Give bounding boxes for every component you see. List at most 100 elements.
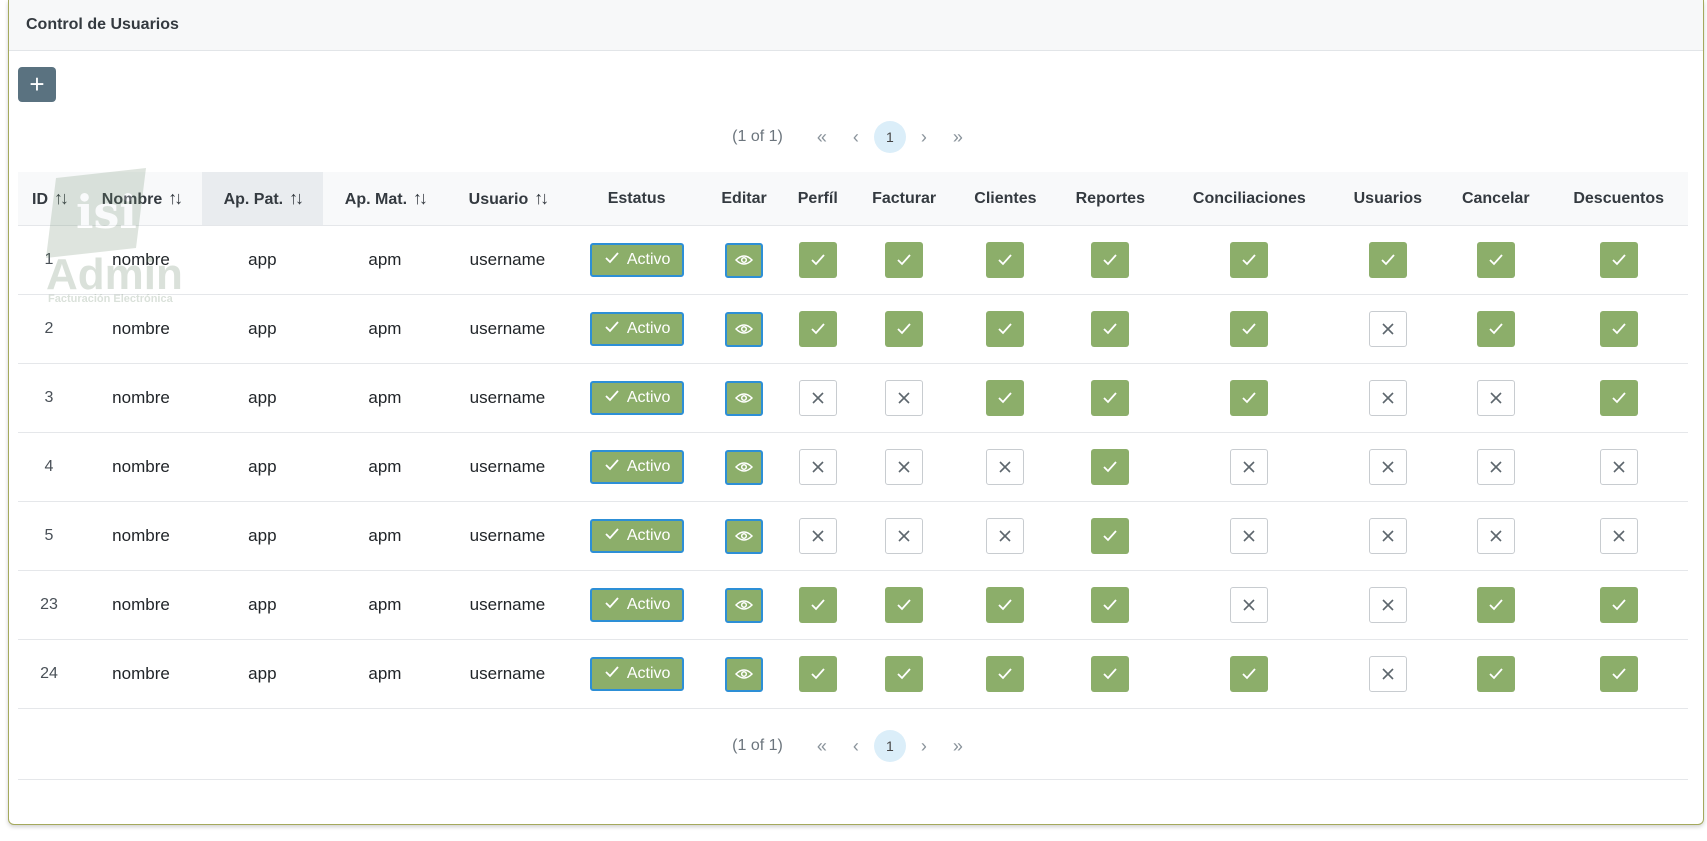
permission-toggle-perfíl[interactable] [798,380,837,416]
permission-toggle-clientes[interactable] [986,449,1025,485]
permission-toggle-usuarios[interactable] [1368,242,1407,278]
page-1-button[interactable]: 1 [873,121,906,153]
status-toggle-button[interactable]: Activo [589,657,684,691]
permission-toggle-conciliaciones[interactable] [1230,587,1269,623]
status-toggle-button[interactable]: Activo [589,312,684,346]
permission-toggle-perfíl[interactable] [798,587,837,623]
status-toggle-button[interactable]: Activo [589,588,684,622]
view-edit-button[interactable] [725,656,764,692]
column-header-1[interactable]: Nombre ↑↓ [80,172,202,226]
permission-toggle-facturar[interactable] [885,380,924,416]
permission-toggle-descuentos[interactable] [1599,311,1638,347]
column-header-13: Cancelar [1442,172,1550,226]
permission-toggle-reportes[interactable] [1091,449,1130,485]
permission-toggle-cancelar[interactable] [1476,587,1515,623]
view-edit-button[interactable] [725,449,764,485]
permission-toggle-clientes[interactable] [986,242,1025,278]
permission-toggle-cancelar[interactable] [1476,656,1515,692]
permission-toggle-clientes[interactable] [986,311,1025,347]
permission-toggle-clientes[interactable] [986,587,1025,623]
first-page-button[interactable]: « [805,729,839,763]
permission-toggle-reportes[interactable] [1091,311,1130,347]
prev-page-button[interactable]: ‹ [839,120,873,154]
sort-icon[interactable]: ↑↓ [54,188,69,209]
permission-toggle-reportes[interactable] [1091,587,1130,623]
permission-toggle-conciliaciones[interactable] [1230,656,1269,692]
cell-permission [782,294,853,364]
sort-icon[interactable]: ↑↓ [413,188,428,209]
permission-toggle-conciliaciones[interactable] [1230,518,1269,554]
view-edit-button[interactable] [725,587,764,623]
next-page-button[interactable]: › [907,120,941,154]
permission-toggle-conciliaciones[interactable] [1230,311,1269,347]
permission-toggle-usuarios[interactable] [1368,380,1407,416]
permission-toggle-usuarios[interactable] [1368,656,1407,692]
permission-toggle-facturar[interactable] [885,242,924,278]
cell-permission [782,570,853,640]
last-page-button[interactable]: » [941,729,975,763]
permission-toggle-clientes[interactable] [986,380,1025,416]
permission-toggle-facturar[interactable] [885,587,924,623]
permission-toggle-descuentos[interactable] [1599,656,1638,692]
sort-icon[interactable]: ↑↓ [168,188,183,209]
status-toggle-button[interactable]: Activo [589,450,684,484]
page-1-button[interactable]: 1 [873,730,906,762]
permission-toggle-cancelar[interactable] [1476,380,1515,416]
check-icon [1101,320,1119,338]
permission-toggle-descuentos[interactable] [1599,380,1638,416]
cell-permission [955,225,1056,295]
view-edit-button[interactable] [725,242,764,278]
permission-toggle-reportes[interactable] [1091,518,1130,554]
prev-page-button[interactable]: ‹ [839,729,873,763]
status-toggle-button[interactable]: Activo [589,243,684,277]
permission-toggle-conciliaciones[interactable] [1230,242,1269,278]
permission-toggle-cancelar[interactable] [1476,311,1515,347]
next-page-button[interactable]: › [907,729,941,763]
permission-toggle-facturar[interactable] [885,311,924,347]
cell-id: 4 [18,432,81,502]
permission-toggle-perfíl[interactable] [798,242,837,278]
permission-toggle-facturar[interactable] [885,656,924,692]
permission-toggle-perfíl[interactable] [798,656,837,692]
permission-toggle-descuentos[interactable] [1599,587,1638,623]
permission-toggle-perfíl[interactable] [798,449,837,485]
permission-toggle-reportes[interactable] [1091,380,1130,416]
check-icon [895,665,913,683]
column-header-2[interactable]: Ap. Pat. ↑↓ [201,172,323,226]
column-header-0[interactable]: ID ↑↓ [18,172,81,226]
permission-toggle-usuarios[interactable] [1368,518,1407,554]
permission-toggle-cancelar[interactable] [1476,449,1515,485]
permission-toggle-cancelar[interactable] [1476,518,1515,554]
cell-edit [705,363,783,433]
view-edit-button[interactable] [725,380,764,416]
permission-toggle-reportes[interactable] [1091,656,1130,692]
permission-toggle-cancelar[interactable] [1476,242,1515,278]
sort-icon[interactable]: ↑↓ [534,188,549,209]
permission-toggle-perfíl[interactable] [798,518,837,554]
permission-toggle-clientes[interactable] [986,518,1025,554]
permission-toggle-reportes[interactable] [1091,242,1130,278]
permission-toggle-perfíl[interactable] [798,311,837,347]
last-page-button[interactable]: » [941,120,975,154]
permission-toggle-clientes[interactable] [986,656,1025,692]
column-header-4[interactable]: Usuario ↑↓ [447,172,568,226]
first-page-button[interactable]: « [805,120,839,154]
add-user-button[interactable]: + [18,67,56,102]
permission-toggle-conciliaciones[interactable] [1230,380,1269,416]
permission-toggle-facturar[interactable] [885,449,924,485]
permission-toggle-descuentos[interactable] [1599,518,1638,554]
permission-toggle-descuentos[interactable] [1599,242,1638,278]
column-header-3[interactable]: Ap. Mat. ↑↓ [322,172,448,226]
view-edit-button[interactable] [725,518,764,554]
permission-toggle-descuentos[interactable] [1599,449,1638,485]
view-edit-button[interactable] [725,311,764,347]
permission-toggle-conciliaciones[interactable] [1230,449,1269,485]
permission-toggle-usuarios[interactable] [1368,449,1407,485]
permission-toggle-facturar[interactable] [885,518,924,554]
permission-toggle-usuarios[interactable] [1368,311,1407,347]
permission-toggle-usuarios[interactable] [1368,587,1407,623]
close-icon [1611,459,1627,475]
status-toggle-button[interactable]: Activo [589,519,684,553]
status-toggle-button[interactable]: Activo [589,381,684,415]
sort-icon[interactable]: ↑↓ [289,188,304,209]
